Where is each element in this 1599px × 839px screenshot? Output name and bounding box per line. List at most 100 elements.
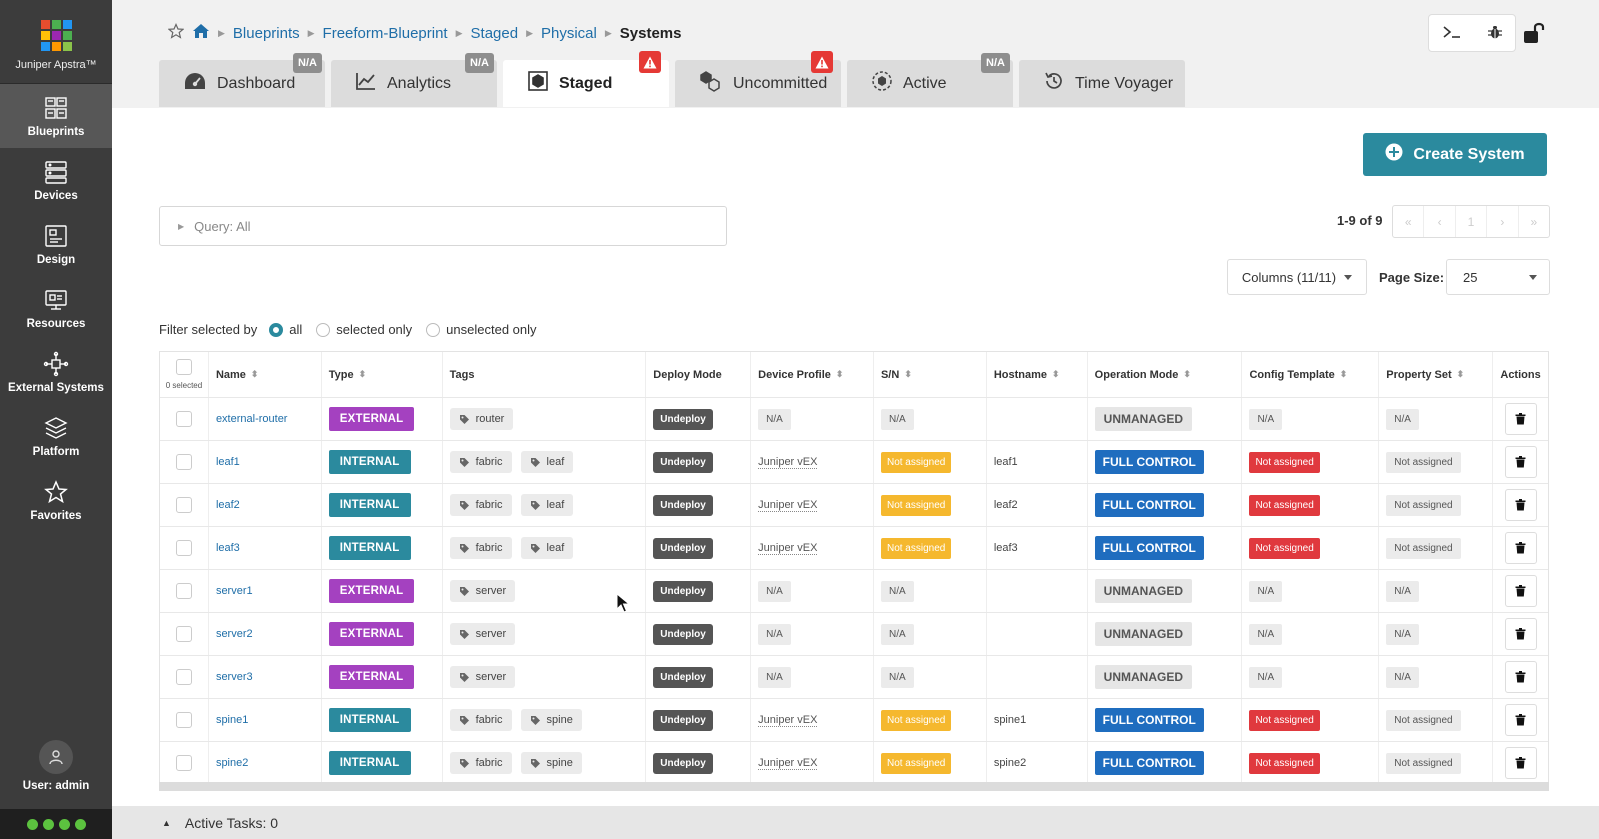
sidebar-item-resources[interactable]: Resources bbox=[0, 276, 112, 340]
bug-icon[interactable] bbox=[1487, 24, 1503, 43]
delete-button[interactable] bbox=[1504, 575, 1537, 607]
home-icon[interactable] bbox=[192, 23, 210, 43]
filter-option-all[interactable]: all bbox=[269, 322, 302, 337]
delete-button[interactable] bbox=[1504, 489, 1537, 521]
row-checkbox[interactable] bbox=[175, 626, 192, 642]
breadcrumb-staged[interactable]: Staged bbox=[471, 25, 519, 42]
device-profile-link[interactable]: Juniper vEX bbox=[758, 714, 818, 727]
brand[interactable]: Juniper Apstra™ bbox=[0, 0, 112, 84]
device-profile-link[interactable]: Juniper vEX bbox=[758, 542, 818, 555]
sidebar-item-blueprints[interactable]: Blueprints bbox=[0, 84, 112, 148]
system-name-link[interactable]: server1 bbox=[216, 585, 253, 597]
tag-chip[interactable]: fabric bbox=[449, 752, 512, 774]
column-header-operation-mode[interactable]: Operation Mode ⬍ bbox=[1088, 352, 1243, 397]
system-name-link[interactable]: leaf1 bbox=[216, 456, 240, 468]
delete-button[interactable] bbox=[1504, 747, 1537, 779]
column-header-hostname[interactable]: Hostname ⬍ bbox=[987, 352, 1088, 397]
unlock-icon[interactable] bbox=[1523, 22, 1547, 47]
deploy-mode-button[interactable]: Undeploy bbox=[653, 580, 713, 602]
deploy-mode-button[interactable]: Undeploy bbox=[653, 709, 713, 731]
tab-time-voyager[interactable]: Time Voyager bbox=[1019, 60, 1185, 107]
tag-chip[interactable]: spine bbox=[520, 709, 582, 731]
deploy-mode-button[interactable]: Undeploy bbox=[653, 623, 713, 645]
tag-chip[interactable]: leaf bbox=[520, 537, 574, 559]
tag-chip[interactable]: server bbox=[449, 580, 516, 602]
deploy-mode-button[interactable]: Undeploy bbox=[653, 537, 713, 559]
system-name-link[interactable]: spine1 bbox=[216, 714, 248, 726]
sidebar-item-design[interactable]: Design bbox=[0, 212, 112, 276]
row-checkbox[interactable] bbox=[175, 454, 192, 470]
filter-option-unselected-only[interactable]: unselected only bbox=[426, 322, 537, 337]
tag-chip[interactable]: spine bbox=[520, 752, 582, 774]
prev-page-button[interactable]: ‹ bbox=[1424, 206, 1456, 237]
column-header-property-set[interactable]: Property Set ⬍ bbox=[1379, 352, 1494, 397]
row-checkbox[interactable] bbox=[175, 669, 192, 685]
column-header-name[interactable]: Name ⬍ bbox=[209, 352, 322, 397]
row-checkbox[interactable] bbox=[175, 497, 192, 513]
device-profile-link[interactable]: Juniper vEX bbox=[758, 499, 818, 512]
system-status-indicator[interactable] bbox=[0, 809, 112, 839]
deploy-mode-button[interactable]: Undeploy bbox=[653, 451, 713, 473]
next-page-button[interactable]: › bbox=[1487, 206, 1519, 237]
terminal-icon[interactable] bbox=[1442, 24, 1462, 43]
system-name-link[interactable]: spine2 bbox=[216, 757, 248, 769]
active-tasks-bar[interactable]: ▲ Active Tasks: 0 bbox=[112, 806, 1599, 839]
system-name-link[interactable]: leaf2 bbox=[216, 499, 240, 511]
delete-button[interactable] bbox=[1504, 661, 1537, 693]
sidebar-item-platform[interactable]: Platform bbox=[0, 404, 112, 468]
tag-chip[interactable]: leaf bbox=[520, 451, 574, 473]
column-header-sn[interactable]: S/N ⬍ bbox=[874, 352, 987, 397]
tab-analytics[interactable]: Analytics N/A bbox=[331, 53, 497, 107]
favorite-star-icon[interactable] bbox=[167, 23, 185, 43]
sidebar-item-external-systems[interactable]: External Systems bbox=[0, 340, 112, 404]
sidebar-item-favorites[interactable]: Favorites bbox=[0, 468, 112, 532]
select-all-checkbox[interactable] bbox=[175, 359, 192, 375]
horizontal-scrollbar[interactable] bbox=[159, 782, 1549, 791]
deploy-mode-button[interactable]: Undeploy bbox=[653, 494, 713, 516]
row-checkbox[interactable] bbox=[175, 712, 192, 728]
columns-dropdown[interactable]: Columns (11/11) bbox=[1227, 259, 1367, 295]
breadcrumb-blueprints[interactable]: Blueprints bbox=[233, 25, 300, 42]
tag-chip[interactable]: server bbox=[449, 623, 516, 645]
column-header-type[interactable]: Type ⬍ bbox=[322, 352, 443, 397]
row-checkbox[interactable] bbox=[175, 540, 192, 556]
user-menu[interactable]: User: admin bbox=[0, 740, 112, 792]
tag-chip[interactable]: server bbox=[449, 666, 516, 688]
row-checkbox[interactable] bbox=[175, 411, 192, 427]
create-system-button[interactable]: Create System bbox=[1363, 133, 1547, 176]
tab-uncommitted[interactable]: Uncommitted bbox=[675, 51, 841, 107]
row-checkbox[interactable] bbox=[175, 583, 192, 599]
deploy-mode-button[interactable]: Undeploy bbox=[653, 752, 713, 774]
tab-dashboard[interactable]: Dashboard N/A bbox=[159, 53, 325, 107]
delete-button[interactable] bbox=[1504, 618, 1537, 650]
page-size-select[interactable]: 25 bbox=[1446, 259, 1550, 295]
filter-option-selected-only[interactable]: selected only bbox=[316, 322, 412, 337]
tag-chip[interactable]: router bbox=[449, 408, 514, 430]
breadcrumb-physical[interactable]: Physical bbox=[541, 25, 597, 42]
delete-button[interactable] bbox=[1504, 704, 1537, 736]
current-page[interactable]: 1 bbox=[1456, 206, 1488, 237]
system-name-link[interactable]: leaf3 bbox=[216, 542, 240, 554]
deploy-mode-button[interactable]: Undeploy bbox=[653, 408, 713, 430]
deploy-mode-button[interactable]: Undeploy bbox=[653, 666, 713, 688]
query-expander[interactable]: ▶ Query: All bbox=[159, 206, 727, 246]
breadcrumb-freeform-blueprint[interactable]: Freeform-Blueprint bbox=[323, 25, 448, 42]
tag-chip[interactable]: fabric bbox=[449, 537, 512, 559]
system-name-link[interactable]: server3 bbox=[216, 671, 253, 683]
tag-chip[interactable]: fabric bbox=[449, 494, 512, 516]
tab-staged[interactable]: Staged bbox=[503, 51, 669, 107]
device-profile-link[interactable]: Juniper vEX bbox=[758, 757, 818, 770]
tab-active[interactable]: Active N/A bbox=[847, 53, 1013, 107]
column-header-device-profile[interactable]: Device Profile ⬍ bbox=[751, 352, 874, 397]
system-name-link[interactable]: server2 bbox=[216, 628, 253, 640]
first-page-button[interactable]: « bbox=[1393, 206, 1425, 237]
tag-chip[interactable]: fabric bbox=[449, 709, 512, 731]
column-header-config-template[interactable]: Config Template ⬍ bbox=[1242, 352, 1380, 397]
tag-chip[interactable]: leaf bbox=[520, 494, 574, 516]
delete-button[interactable] bbox=[1504, 446, 1537, 478]
delete-button[interactable] bbox=[1504, 532, 1537, 564]
row-checkbox[interactable] bbox=[175, 755, 192, 771]
tag-chip[interactable]: fabric bbox=[449, 451, 512, 473]
sidebar-item-devices[interactable]: Devices bbox=[0, 148, 112, 212]
system-name-link[interactable]: external-router bbox=[216, 413, 288, 425]
